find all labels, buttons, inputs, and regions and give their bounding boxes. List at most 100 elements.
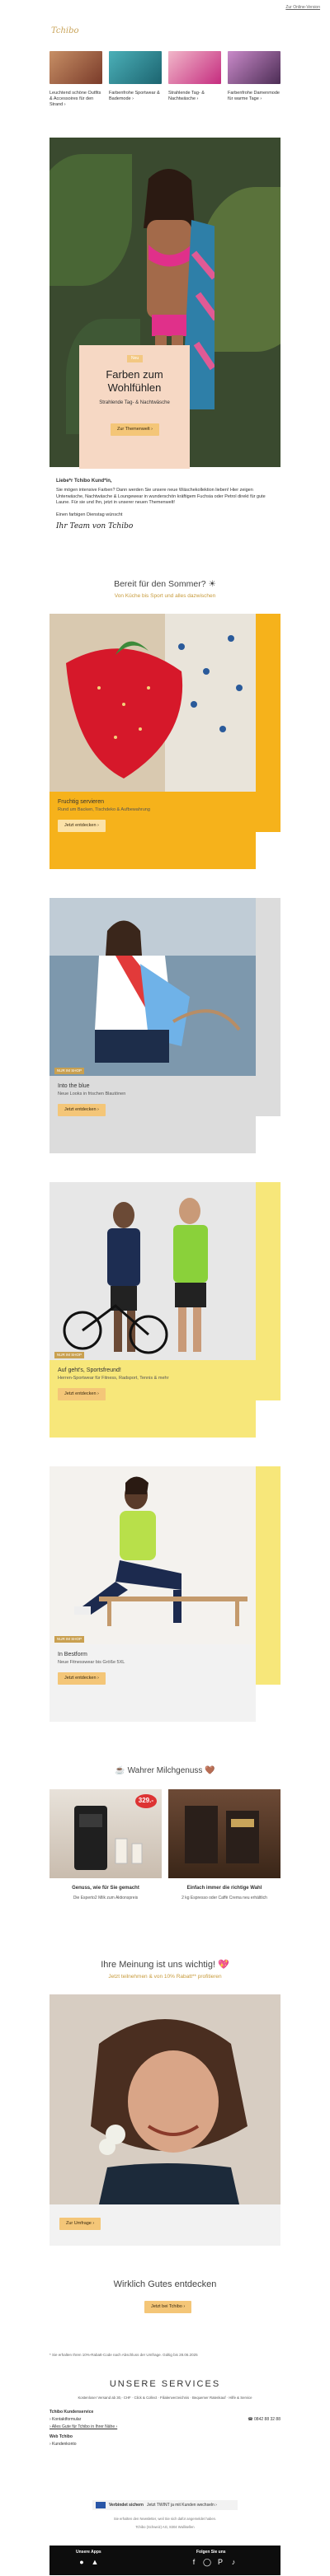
- discover-button[interactable]: Jetzt entdecken ›: [58, 1104, 106, 1117]
- new-badge: Neu: [127, 355, 144, 362]
- milk-item-machine[interactable]: 329.- Genuss, wie für Sie gemacht Die Es…: [50, 1789, 162, 1900]
- discover-title: Wirklich Gutes entdecken: [113, 2279, 217, 2289]
- follow-label: Folgen Sie uns: [196, 2550, 226, 2555]
- product-info: In Bestform Neue Fitnesswear bis Größe 5…: [50, 1644, 256, 1722]
- card-caption: Leuchtend schöne Outfits & Accessoires f…: [50, 91, 101, 107]
- hero-title: Farben zum Wohlfühlen: [106, 368, 163, 394]
- fine-print: * Sie erhalten Ihren 10%-Rabatt-Code nac…: [50, 2353, 198, 2357]
- category-card-beach[interactable]: Leuchtend schöne Outfits & Accessoires f…: [50, 51, 102, 119]
- category-card-sportwear[interactable]: Farbenfrohe Sportwear & Bademode ›: [109, 51, 162, 119]
- product-image: [50, 898, 256, 1076]
- product-block-fruit[interactable]: Fruchtig servieren Rund um Backen, Tisch…: [50, 614, 280, 869]
- survey-image[interactable]: [50, 1994, 280, 2204]
- accent-stripe: [256, 614, 280, 832]
- closing: Einen farbigen Dienstag wünscht: [56, 512, 123, 518]
- shop-only-badge: NUR IM SHOP: [54, 1636, 85, 1643]
- product-info: Auf geht's, Sportsfreund! Herren-Sportwe…: [50, 1360, 256, 1438]
- services-section: UNSERE SERVICES Kostenloser Versand ab 3…: [50, 2378, 280, 2401]
- account-link[interactable]: › Kundenkonto: [50, 2442, 280, 2447]
- card-image: [109, 51, 162, 84]
- contact-form-link[interactable]: › Kontaktformular: [50, 2417, 81, 2423]
- services-links[interactable]: Kostenloser Versand ab 30,- CHF · Click …: [50, 2396, 280, 2401]
- product-title: Fruchtig servieren: [58, 799, 105, 805]
- milk-item-coffee[interactable]: Einfach immer die richtige Wahl 2 kg Esp…: [168, 1789, 280, 1900]
- secure-label: Verbindet sichern: [109, 2502, 144, 2508]
- survey-button-area: Zur Umfrage ›: [50, 2204, 280, 2246]
- product-title: Into the blue: [58, 1083, 90, 1089]
- intro-text: Liebe*r Tchibo Kund*in, Sie mögen intens…: [56, 478, 272, 531]
- milk-subcaption: Die Esperto2 Milk zum Aktionspreis: [73, 1896, 139, 1900]
- logo-text: Tchibo: [51, 26, 79, 35]
- greeting: Liebe*r Tchibo Kund*in,: [56, 479, 112, 484]
- shop-only-badge: NUR IM SHOP: [54, 1352, 85, 1359]
- flag-icon: [96, 2502, 106, 2508]
- instagram-icon[interactable]: ◯: [203, 2558, 211, 2566]
- discover-button[interactable]: Jetzt entdecken ›: [58, 1672, 106, 1685]
- survey-title: Ihre Meinung ist uns wichtig! 💖: [101, 1960, 229, 1970]
- apple-icon[interactable]: ●: [78, 2558, 86, 2566]
- contact-section: Tchibo Kundenservice › Kontaktformular ☎…: [50, 2410, 280, 2447]
- product-title: Auf geht's, Sportsfreund!: [58, 1367, 121, 1373]
- card-caption: Farbenfrohe Damenmode für warme Tage ›: [228, 91, 280, 101]
- price-badge: 329.-: [134, 1794, 157, 1808]
- summer-title: Bereit für den Sommer? ☀: [114, 579, 216, 589]
- accent-stripe: [256, 1466, 280, 1685]
- milk-subcaption: 2 kg Espresso oder Caffè Crema neu erhäl…: [182, 1896, 267, 1900]
- product-info: Fruchtig servieren Rund um Backen, Tisch…: [50, 792, 256, 869]
- tiktok-icon[interactable]: ♪: [229, 2558, 238, 2566]
- android-icon[interactable]: ▲: [91, 2558, 99, 2566]
- product-image: [50, 1182, 256, 1360]
- product-title: In Bestform: [58, 1652, 87, 1657]
- milk-caption: Genuss, wie für Sie gemacht: [72, 1886, 139, 1891]
- product-desc: Neue Fitnesswear bis Größe 5XL: [58, 1660, 125, 1665]
- accent-stripe: [256, 898, 280, 1116]
- discover-tchibo-button[interactable]: Jetzt bei Tchibo ›: [144, 2301, 192, 2314]
- accent-stripe: [256, 1182, 280, 1400]
- hero-subtitle: Strahlende Tag- & Nachtwäsche: [99, 400, 170, 405]
- phone-number[interactable]: ☎ 0842 88 32 88: [248, 2417, 280, 2423]
- category-card-fashion[interactable]: Farbenfrohe Damenmode für warme Tage ›: [228, 51, 280, 119]
- product-image: [50, 614, 256, 792]
- contact-heading: Tchibo Kundenservice: [50, 2410, 94, 2415]
- pinterest-icon[interactable]: P: [216, 2558, 224, 2566]
- hero-overlay: Neu Farben zum Wohlfühlen Strahlende Tag…: [79, 345, 190, 469]
- discover-button[interactable]: Jetzt entdecken ›: [58, 1388, 106, 1401]
- product-info: Into the blue Neue Looks in frischen Bla…: [50, 1076, 256, 1153]
- nearby-link[interactable]: › Alles Gute für Tchibo in Ihrer Nähe ›: [50, 2424, 280, 2430]
- product-block-blue[interactable]: NUR IM SHOP Into the blue Neue Looks in …: [50, 898, 280, 1153]
- apps-label: Unsere Apps: [76, 2550, 101, 2555]
- product-desc: Neue Looks in frischen Blautönen: [58, 1092, 126, 1096]
- facebook-icon[interactable]: f: [190, 2558, 198, 2566]
- web-heading: Web Tchibo: [50, 2434, 73, 2440]
- secure-box[interactable]: Verbindet sichern Jetzt TWINT ja mit Kun…: [92, 2500, 238, 2510]
- card-caption: Strahlende Tag- & Nachtwäsche ›: [168, 91, 205, 101]
- product-block-sport-men[interactable]: NUR IM SHOP Auf geht's, Sportsfreund! He…: [50, 1182, 280, 1438]
- product-desc: Herren-Sportwear für Fitness, Radsport, …: [58, 1376, 169, 1381]
- card-image: [228, 51, 280, 84]
- milk-title: ☕ Wahrer Milchgenuss 🤎: [115, 1766, 215, 1775]
- online-version-link[interactable]: Zur Online-Version: [285, 5, 320, 11]
- tchibo-logo[interactable]: Tchibo: [51, 25, 82, 35]
- shop-only-badge: NUR IM SHOP: [54, 1068, 85, 1075]
- signature: Ihr Team von Tchibo: [56, 521, 134, 531]
- product-image: [50, 1466, 256, 1644]
- secure-text: Jetzt TWINT ja mit Kunden wechseln ›: [146, 2502, 217, 2508]
- card-image: [168, 51, 221, 84]
- survey-subtitle: Jetzt teilnehmen & von 10% Rabatt** prof…: [108, 1974, 222, 1980]
- milk-caption: Einfach immer die richtige Wahl: [186, 1886, 262, 1891]
- footnote-2: Tchibo (Schweiz) AG, 8304 Wallisellen: [135, 2525, 195, 2529]
- card-caption: Farbenfrohe Sportwear & Bademode ›: [109, 91, 160, 101]
- product-block-fitness[interactable]: NUR IM SHOP In Bestform Neue Fitnesswear…: [50, 1466, 280, 1722]
- services-title: UNSERE SERVICES: [109, 2379, 221, 2389]
- discover-button[interactable]: Jetzt entdecken ›: [58, 820, 106, 833]
- category-cards: Leuchtend schöne Outfits & Accessoires f…: [50, 51, 280, 119]
- category-card-lingerie[interactable]: Strahlende Tag- & Nachtwäsche ›: [168, 51, 221, 119]
- card-image: [50, 51, 102, 84]
- theme-world-button[interactable]: Zur Themenwelt ›: [111, 423, 159, 437]
- summer-subtitle: Von Küche bis Sport und alles dazwischen: [114, 593, 216, 599]
- survey-button[interactable]: Zur Umfrage ›: [59, 2218, 101, 2231]
- footnote-1: Sie erhalten den Newsletter, weil Sie si…: [113, 2517, 217, 2521]
- intro-paragraph: Sie mögen intensive Farben? Dann werden …: [56, 488, 266, 505]
- product-desc: Rund um Backen, Tischdeko & Aufbewahrung: [58, 807, 150, 812]
- footer-bar: Unsere Apps ● ▲ Folgen Sie uns f ◯ P ♪: [50, 2546, 280, 2575]
